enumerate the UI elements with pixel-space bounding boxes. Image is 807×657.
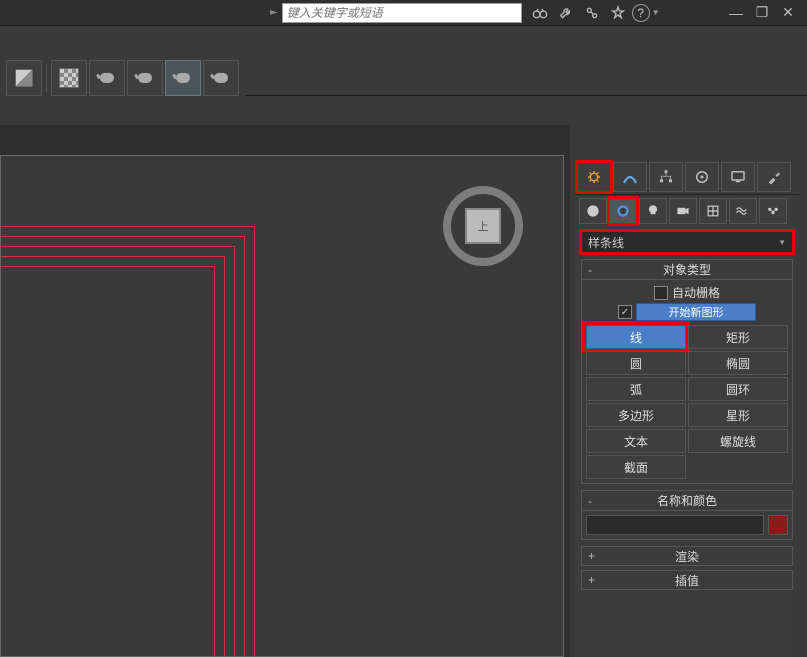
auto-grid-checkbox[interactable] — [654, 286, 668, 300]
collapse-icon: - — [588, 263, 592, 277]
toolbar-divider — [46, 64, 47, 92]
line-button[interactable]: 线 — [586, 325, 686, 349]
search-input[interactable] — [282, 3, 522, 23]
cameras-subtab[interactable] — [669, 198, 697, 224]
auto-grid-row: 自动栅格 — [586, 284, 788, 301]
ngon-button[interactable]: 多边形 — [586, 403, 686, 427]
object-name-input[interactable] — [586, 515, 764, 535]
start-new-shape-button[interactable]: 开始新图形 — [636, 303, 756, 321]
start-new-shape-checkbox[interactable] — [618, 305, 632, 319]
dropdown-value: 样条线 — [588, 234, 624, 251]
shapes-subtab[interactable] — [609, 198, 637, 224]
display-tab[interactable] — [721, 162, 755, 192]
motion-tab[interactable] — [685, 162, 719, 192]
interpolation-rollout[interactable]: + 插值 — [581, 570, 793, 590]
close-button[interactable]: ✕ — [777, 4, 799, 22]
rectangle-button[interactable]: 矩形 — [688, 325, 788, 349]
window-controls: — ❐ ✕ — [725, 4, 799, 22]
object-type-body: 自动栅格 开始新图形 线 矩形 圆 椭圆 弧 圆环 多边形 星形 文本 螺旋线 … — [582, 280, 792, 483]
panel-subcategory-tabs — [575, 195, 799, 227]
auto-grid-label: 自动栅格 — [672, 284, 720, 301]
wrench-icon[interactable] — [556, 3, 576, 23]
utilities-tab[interactable] — [757, 162, 791, 192]
start-new-shape-row: 开始新图形 — [586, 303, 788, 321]
lights-subtab[interactable] — [639, 198, 667, 224]
object-type-label: 对象类型 — [663, 261, 711, 278]
render-rollout[interactable]: + 渲染 — [581, 546, 793, 566]
help-dropdown-arrow[interactable]: ▼ — [652, 8, 660, 17]
toolbar-teapot-3[interactable] — [165, 60, 201, 96]
toolbar-material-btn[interactable] — [6, 60, 42, 96]
donut-button[interactable]: 圆环 — [688, 377, 788, 401]
interpolation-label: 插值 — [675, 572, 699, 589]
name-color-body — [582, 511, 792, 539]
shape-type-dropdown[interactable]: 样条线 — [581, 231, 793, 253]
helix-button[interactable]: 螺旋线 — [688, 429, 788, 453]
star-button[interactable]: 星形 — [688, 403, 788, 427]
viewcube-face-top[interactable]: 上 — [465, 208, 501, 244]
toolbar-teapot-2[interactable] — [127, 60, 163, 96]
restore-button[interactable]: ❐ — [751, 4, 773, 22]
render-label: 渲染 — [675, 548, 699, 565]
systems-subtab[interactable] — [759, 198, 787, 224]
circle-button[interactable]: 圆 — [586, 351, 686, 375]
top-icon-group — [530, 3, 628, 23]
expand-icon: + — [588, 549, 595, 563]
toolbar-teapot-4[interactable] — [203, 60, 239, 96]
object-color-swatch[interactable] — [768, 515, 788, 535]
arc-button[interactable]: 弧 — [586, 377, 686, 401]
object-type-header[interactable]: - 对象类型 — [582, 260, 792, 280]
ellipse-button[interactable]: 椭圆 — [688, 351, 788, 375]
viewport-container: 上 — [0, 125, 570, 657]
name-color-rollout: - 名称和颜色 — [581, 490, 793, 540]
object-buttons-grid: 线 矩形 圆 椭圆 弧 圆环 多边形 星形 文本 螺旋线 截面 — [586, 325, 788, 479]
command-panel: 样条线 - 对象类型 自动栅格 开始新图形 线 矩形 圆 椭圆 弧 圆环 多边形 — [575, 160, 799, 657]
section-button[interactable]: 截面 — [586, 455, 686, 479]
communication-icon[interactable] — [582, 3, 602, 23]
panel-category-tabs — [575, 160, 799, 195]
viewport[interactable]: 上 — [0, 155, 564, 657]
toolbar-teapot-1[interactable] — [89, 60, 125, 96]
object-type-rollout: - 对象类型 自动栅格 开始新图形 线 矩形 圆 椭圆 弧 圆环 多边形 星形 … — [581, 259, 793, 484]
scene-lines — [1, 186, 261, 656]
modify-tab[interactable] — [613, 162, 647, 192]
spacewarps-subtab[interactable] — [729, 198, 757, 224]
hierarchy-tab[interactable] — [649, 162, 683, 192]
name-color-label: 名称和颜色 — [657, 492, 717, 509]
collapse-icon: - — [588, 494, 592, 508]
toolbar-checker-btn[interactable] — [51, 60, 87, 96]
toolbar-area — [0, 26, 807, 96]
geometry-subtab[interactable] — [579, 198, 607, 224]
help-icon[interactable]: ? — [632, 4, 650, 22]
name-color-header[interactable]: - 名称和颜色 — [582, 491, 792, 511]
title-bar: ▶ ? ▼ — ❐ ✕ — [0, 0, 807, 26]
expand-icon: + — [588, 573, 595, 587]
render-toolbar — [0, 56, 245, 100]
helpers-subtab[interactable] — [699, 198, 727, 224]
binoculars-icon[interactable] — [530, 3, 550, 23]
search-dropdown-arrow[interactable]: ▶ — [270, 9, 278, 16]
star-icon[interactable] — [608, 3, 628, 23]
create-tab[interactable] — [577, 162, 611, 192]
viewcube[interactable]: 上 — [443, 186, 523, 266]
text-button[interactable]: 文本 — [586, 429, 686, 453]
minimize-button[interactable]: — — [725, 4, 747, 22]
